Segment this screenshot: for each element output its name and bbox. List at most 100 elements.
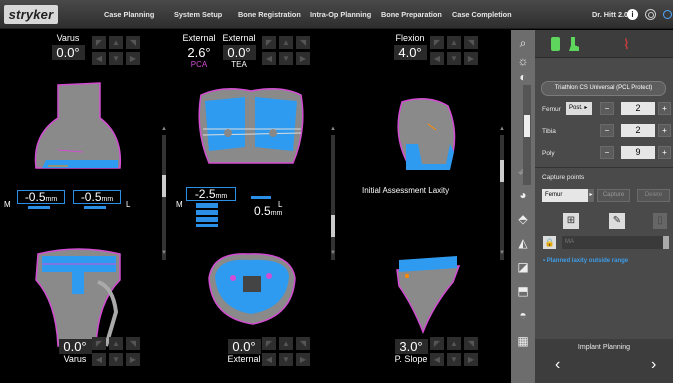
- arrow-up-icon[interactable]: ▲: [447, 36, 461, 49]
- implant-family-button[interactable]: Triathlon CS Universal (PCL Protect): [541, 81, 666, 96]
- zoom-icon[interactable]: ⌕: [515, 36, 531, 50]
- tibia-view-icon[interactable]: ⬒: [515, 284, 531, 298]
- arrow-up-icon[interactable]: ▲: [447, 337, 461, 350]
- contrast-icon[interactable]: ◐: [515, 70, 531, 84]
- arrow-left-icon[interactable]: ◀: [430, 52, 444, 65]
- scroll-thumb[interactable]: [331, 215, 335, 237]
- trash-icon[interactable]: ▯: [653, 213, 667, 229]
- tab-intra-op-planning[interactable]: Intra-Op Planning: [310, 0, 371, 29]
- add-point-icon[interactable]: ⊞: [563, 213, 579, 229]
- scroll-thumb[interactable]: [500, 160, 504, 182]
- leg-icon[interactable]: ◪: [515, 260, 531, 274]
- zoom-scrollbar-right[interactable]: [500, 135, 504, 260]
- rotate-right-icon[interactable]: ◥: [296, 337, 310, 350]
- chevron-down-icon[interactable]: ▼: [499, 250, 505, 256]
- arrow-left-icon[interactable]: ◀: [262, 353, 276, 366]
- info-icon[interactable]: i: [627, 9, 638, 20]
- femur-type-value: Post.: [569, 105, 583, 111]
- arrow-right-icon[interactable]: ▶: [464, 52, 478, 65]
- brightness-icon[interactable]: ☼: [515, 54, 531, 68]
- select-arrow-icon[interactable]: ▸: [588, 189, 594, 202]
- tab-bone-registration[interactable]: Bone Registration: [238, 0, 301, 29]
- poly-size-increase-button[interactable]: +: [658, 146, 671, 159]
- gear-icon[interactable]: [645, 9, 656, 20]
- tab-case-completion[interactable]: Case Completion: [452, 0, 512, 29]
- rotate-right-icon[interactable]: ◥: [464, 337, 478, 350]
- knee-icon[interactable]: ◕: [515, 188, 531, 202]
- ma-input[interactable]: MA: [562, 236, 667, 249]
- chevron-up-icon[interactable]: ▲: [499, 126, 505, 132]
- femur-size-decrease-button[interactable]: −: [600, 102, 614, 115]
- cut-tool-icon[interactable]: ⌇: [623, 36, 630, 52]
- arrow-left-icon[interactable]: ◀: [92, 52, 106, 65]
- ma-input-scroll[interactable]: [663, 236, 669, 249]
- rotate-left-icon[interactable]: ◤: [430, 337, 444, 350]
- tab-system-setup[interactable]: System Setup: [174, 0, 222, 29]
- arrow-left-icon[interactable]: ◀: [92, 353, 106, 366]
- arrow-down-icon[interactable]: ▼: [279, 52, 293, 65]
- chevron-down-icon[interactable]: ▼: [161, 250, 167, 256]
- chevron-up-icon[interactable]: ▲: [161, 126, 167, 132]
- femur-view-icon[interactable]: ⬘: [515, 212, 531, 226]
- capture-button[interactable]: Capture: [597, 189, 630, 202]
- flexion-icon[interactable]: ◭: [515, 236, 531, 250]
- arrow-right-icon[interactable]: ▶: [126, 52, 140, 65]
- arrow-down-icon[interactable]: ▼: [109, 353, 123, 366]
- rotate-left-icon[interactable]: ◤: [92, 36, 106, 49]
- arrow-up-icon[interactable]: ▲: [279, 36, 293, 49]
- laxity-warning: • Planned laxity outside range: [543, 258, 629, 264]
- arrow-down-icon[interactable]: ▼: [279, 353, 293, 366]
- contrast-slider[interactable]: [523, 85, 531, 185]
- arrow-up-icon[interactable]: ▲: [109, 337, 123, 350]
- gap-unit: mm: [270, 210, 283, 217]
- gamepad-icon[interactable]: ◓: [515, 308, 531, 322]
- femur-type-select[interactable]: Post. ▸: [566, 102, 592, 115]
- arrow-left-icon[interactable]: ◀: [430, 353, 444, 366]
- rotate-left-icon[interactable]: ◤: [430, 36, 444, 49]
- arrow-right-icon[interactable]: ▶: [126, 353, 140, 366]
- next-step-button[interactable]: ›: [651, 356, 656, 374]
- tibia-size-increase-button[interactable]: +: [658, 124, 671, 137]
- layout-icon[interactable]: ▦: [515, 334, 531, 348]
- chevron-down-icon[interactable]: ▼: [330, 250, 336, 256]
- slider-thumb[interactable]: [524, 115, 530, 137]
- arrow-right-icon[interactable]: ▶: [464, 353, 478, 366]
- arrow-down-icon[interactable]: ▼: [447, 353, 461, 366]
- tab-bone-preparation[interactable]: Bone Preparation: [381, 0, 442, 29]
- arrow-up-icon[interactable]: ▲: [279, 337, 293, 350]
- zoom-scrollbar-left[interactable]: [162, 135, 166, 260]
- scroll-thumb[interactable]: [162, 175, 166, 197]
- lateral-gap-value: -0.5mm: [73, 190, 121, 204]
- zoom-scrollbar-center[interactable]: [331, 135, 335, 260]
- tab-case-planning[interactable]: Case Planning: [104, 0, 154, 29]
- rotate-left-icon[interactable]: ◤: [262, 337, 276, 350]
- rotate-right-icon[interactable]: ◥: [126, 337, 140, 350]
- arrow-up-icon[interactable]: ▲: [109, 36, 123, 49]
- arrow-down-icon[interactable]: ▼: [447, 52, 461, 65]
- delete-button[interactable]: Delete: [637, 189, 670, 202]
- chevron-up-icon[interactable]: ▲: [330, 126, 336, 132]
- rotate-right-icon[interactable]: ◥: [464, 36, 478, 49]
- prev-step-button[interactable]: ‹: [555, 356, 560, 374]
- poly-size-decrease-button[interactable]: −: [600, 146, 614, 159]
- rotate-left-icon[interactable]: ◤: [92, 337, 106, 350]
- arrow-down-icon[interactable]: ▼: [109, 52, 123, 65]
- capture-bone-select[interactable]: Femur: [542, 189, 592, 202]
- tibia-size-decrease-button[interactable]: −: [600, 124, 614, 137]
- rotate-right-icon[interactable]: ◥: [126, 36, 140, 49]
- edit-pencil-icon[interactable]: ✎: [609, 213, 625, 229]
- rotate-left-icon[interactable]: ◤: [262, 36, 276, 49]
- arrow-right-icon[interactable]: ▶: [296, 353, 310, 366]
- tibia-implant-icon[interactable]: [569, 37, 579, 51]
- rotate-right-icon[interactable]: ◥: [296, 36, 310, 49]
- angle-label: External: [227, 354, 261, 364]
- arrow-right-icon[interactable]: ▶: [296, 52, 310, 65]
- capture-bone-value: Femur: [545, 192, 563, 198]
- angle-value: 2.6°: [187, 45, 211, 60]
- femur-implant-icon[interactable]: [551, 37, 560, 51]
- arrow-left-icon[interactable]: ◀: [262, 52, 276, 65]
- camera-icon[interactable]: [663, 10, 672, 19]
- user-name[interactable]: Dr. Hitt 2.0: [592, 0, 628, 29]
- lock-icon[interactable]: 🔒: [543, 236, 556, 249]
- femur-size-increase-button[interactable]: +: [658, 102, 671, 115]
